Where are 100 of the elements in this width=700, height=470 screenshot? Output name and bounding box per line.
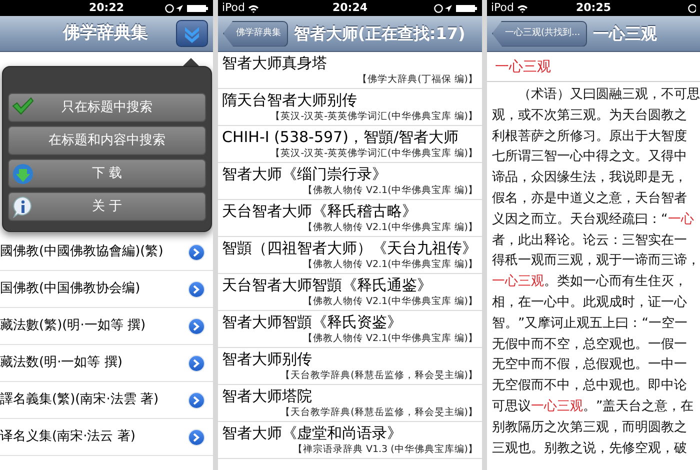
carrier-label: iPod — [491, 0, 514, 16]
result-title: 智者大师别传 — [222, 349, 313, 369]
result-title: 智者大师智顗《释氏资鉴》 — [222, 312, 403, 332]
row-title: 国佛教(中国佛教协会编) — [0, 280, 140, 298]
double-chevron-icon — [183, 24, 201, 42]
article-text: 谛品，众因缘生法，我说即是无， — [492, 170, 687, 186]
result-row[interactable]: 天台智者大师《释氏稽古略》 【佛教人物传 V2.1(中华佛典宝库 编)】 — [218, 200, 482, 237]
result-title: 天台智者大师《释氏稽古略》 — [222, 201, 418, 221]
list-row[interactable]: 藏法數(繁)(明·一如等 撰) — [0, 308, 213, 345]
status-time: 20:25 — [576, 0, 611, 16]
highlighted-term: 一心 — [668, 212, 694, 227]
result-title: 智者大师塔院 — [222, 386, 313, 406]
status-icons — [434, 4, 478, 12]
disclosure-button[interactable] — [188, 428, 205, 446]
result-row[interactable]: 智顗（四祖智者大师）《天台九祖传》 【佛教人物传 V2.1(中华佛典宝库 编)】 — [218, 237, 482, 274]
result-source: 【天台教学辞典(释慧岳监修，释会旻主编)】 — [280, 369, 478, 382]
menu-button[interactable] — [176, 20, 208, 47]
result-source: 【佛教人物传 V2.1(中华佛典宝库 编)】 — [302, 221, 478, 234]
list-row[interactable]: 译名义集(南宋·法云 著) — [0, 419, 213, 456]
result-title: 智者大师《虚堂和尚语录》 — [222, 423, 403, 443]
article-text: 者，此出释论。论云：三智实在一 — [492, 232, 687, 248]
result-row[interactable]: 智者大师《虚堂和尚语录》 【禅宗语录辞典 V1.3 (中华佛典宝库编)】 — [218, 422, 482, 459]
article-text: 七所谓三智一心中得之文。又得中 — [492, 149, 687, 164]
highlighted-term: 一心三观 — [531, 398, 583, 414]
row-title: 译名义集(南宋·法云 著) — [0, 428, 136, 446]
result-row[interactable]: 智者大师别传 【天台教学辞典(释慧岳监修，释会旻主编)】 — [218, 348, 482, 385]
article-text: 智。”又摩诃止观五上曰：“一空一 — [492, 316, 688, 331]
list-row[interactable]: 國佛教(中國佛教協會編)(繁) — [0, 234, 213, 271]
chevron-icon — [193, 358, 200, 368]
result-source: 【英汉-汉英-英英佛学词汇(中华佛典宝库 编)】 — [270, 147, 478, 160]
result-source: 【禅宗语录辞典 V1.3 (中华佛典宝库编)】 — [292, 443, 478, 456]
disclosure-button[interactable] — [188, 318, 205, 334]
disclosure-button[interactable] — [188, 354, 205, 372]
result-row[interactable]: 天台智者大师智顗《释氏通鉴》 【佛教人物传 V2.1(中华佛典宝库 编)】 — [218, 274, 482, 311]
menu-item[interactable]: 下 载 — [8, 159, 206, 188]
menu-item[interactable]: 只在标题中搜索 — [8, 93, 206, 122]
article-text: 相，在一心中。此观成时，证一心 — [492, 294, 687, 310]
article-text: 无空中而不假，总假观也。一中一 — [492, 357, 687, 372]
status-time: 20:24 — [332, 0, 368, 16]
article-text: （术语）又曰圆融三观，不可思 — [518, 87, 700, 102]
chevron-icon — [193, 322, 200, 330]
result-source: 【英汉-汉英-英英佛学词汇(中华佛典宝库 编)】 — [270, 110, 478, 123]
result-source: 【佛教人物传 V2.1(中华佛典宝库 编)】 — [302, 332, 478, 345]
info-icon — [12, 196, 34, 218]
article-text: 三观也。别教之说，先修空观，破 — [492, 440, 687, 456]
result-source: 【佛教人物传 V2.1(中华佛典宝库 编)】 — [302, 295, 478, 308]
navigation-title: 佛学辞典集 — [63, 22, 148, 45]
article-text: 。类如一心而有生住灭， — [544, 274, 687, 290]
article-text: 义因之而立。天台观经疏曰：“ — [492, 212, 668, 227]
chevron-icon — [193, 248, 200, 256]
status-icons — [164, 4, 209, 12]
article-text: 无空假而不中，总中观也。即中论 — [492, 378, 687, 394]
menu-item[interactable]: 在标题和内容中搜索 — [8, 126, 206, 155]
download-icon — [12, 163, 34, 185]
chevron-icon — [193, 432, 200, 442]
chevron-icon — [193, 284, 200, 294]
wifi-icon — [517, 4, 528, 12]
row-title: 藏法数(明·一如等 撰) — [0, 354, 122, 372]
result-row[interactable]: 智者大师塔院 【天台教学辞典(释慧岳监修，释会旻主编)】 — [218, 385, 482, 422]
checkmark-icon — [12, 97, 34, 115]
result-title: 隋天台智者大师别传 — [222, 90, 358, 110]
article-text: 假名，亦是中道义之意，天台智者 — [492, 190, 687, 206]
result-row[interactable]: 智者大师《缁门崇行录》 【佛教人物传 V2.1(中华佛典宝库 编)】 — [218, 163, 482, 200]
result-source: 【佛教人物传 V2.1(中华佛典宝库 编)】 — [302, 258, 478, 271]
result-source: 【佛教人物传 V2.1(中华佛典宝库 编)】 — [302, 184, 478, 197]
result-title: 智顗（四祖智者大师）《天台九祖传》 — [222, 238, 478, 258]
menu-item[interactable]: 关 于 — [8, 192, 206, 221]
list-row[interactable]: 国佛教(中国佛教协会编) — [0, 271, 213, 308]
article-text: 可思议 — [492, 398, 531, 414]
row-title: 藏法數(繁)(明·一如等 撰) — [0, 317, 146, 336]
row-title: 國佛教(中國佛教協會編)(繁) — [0, 243, 164, 262]
result-title: 智者大师《缁门崇行录》 — [222, 164, 388, 184]
list-row[interactable]: 藏法数(明·一如等 撰) — [0, 345, 213, 382]
result-title: 智者大师真身塔 — [222, 53, 328, 73]
result-source: 【天台教学辞典(释慧岳监修，释会旻主编)】 — [280, 406, 478, 419]
wifi-icon — [248, 4, 260, 12]
result-row[interactable]: 智者大师真身塔 【佛学大辞典(丁福保 编)】 — [218, 52, 482, 89]
result-title: 天台智者大师智顗《释氏通鉴》 — [222, 275, 433, 295]
disclosure-button[interactable] — [188, 244, 205, 260]
chevron-icon — [193, 396, 200, 404]
article-text: 。”盖天台之意，在 — [583, 398, 694, 414]
list-row[interactable]: 譯名義集(繁)(南宋·法雲 著) — [0, 382, 213, 419]
article-text: 利根菩萨之所修习。原出于大智度 — [492, 128, 687, 144]
disclosure-button[interactable] — [188, 280, 205, 298]
result-row[interactable]: 隋天台智者大师别传 【英汉-汉英-英英佛学词汇(中华佛典宝库 编)】 — [218, 89, 482, 126]
result-row[interactable]: CHIH-I (538-597)，智顗/智者大师 【英汉-汉英-英英佛学词汇(中华佛典宝库 编)】 — [218, 126, 482, 163]
highlighted-term: 一心三观 — [492, 274, 544, 290]
status-time: 20:22 — [88, 0, 124, 16]
result-source: 【佛学大辞典(丁福保 编)】 — [358, 73, 478, 86]
article-text: 观，或不次第三观。为天台圆教之 — [492, 108, 687, 123]
row-title: 譯名義集(繁)(南宋·法雲 著) — [0, 391, 159, 410]
article-text: 无假中而不空，总空观也。一假一 — [492, 336, 687, 352]
navigation-title: 一心三观 — [593, 22, 658, 44]
status-icons — [688, 4, 696, 12]
navigation-title: 智者大师(正在查找:17) — [294, 22, 466, 44]
carrier-label: iPod — [222, 0, 246, 16]
article-text: 得秖一观而三观，观于一谛而三谛， — [492, 253, 700, 268]
disclosure-button[interactable] — [188, 392, 205, 408]
result-title: CHIH-I (538-597)，智顗/智者大师 — [222, 127, 460, 147]
result-row[interactable]: 智者大师智顗《释氏资鉴》 【佛教人物传 V2.1(中华佛典宝库 编)】 — [218, 311, 482, 348]
